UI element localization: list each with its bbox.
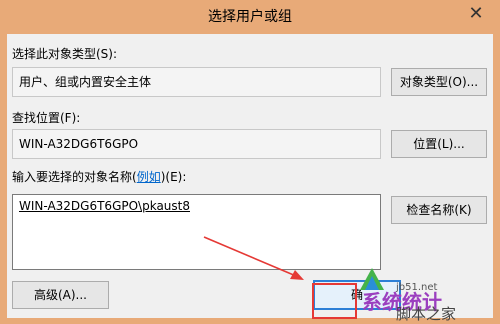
watermark-line2: 脚本之家 (396, 305, 457, 323)
annotation-arrow-icon (203, 236, 357, 319)
